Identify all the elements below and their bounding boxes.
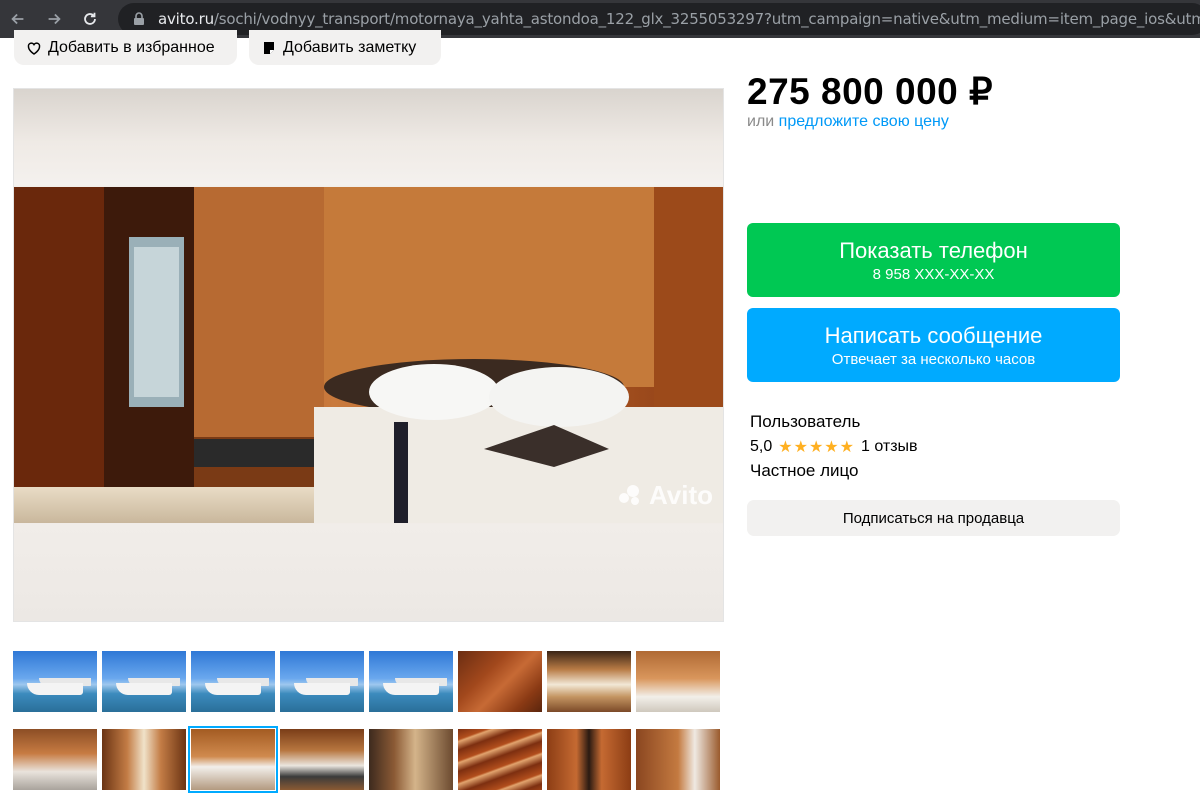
seller-rating: 5,0 ★★★★★ 1 отзыв [750, 437, 918, 457]
listing-actions: Добавить в избранное Добавить заметку [14, 30, 441, 65]
add-note-button[interactable]: Добавить заметку [249, 30, 441, 65]
avito-watermark: Avito [618, 480, 713, 511]
lock-icon [134, 12, 144, 25]
rating-value: 5,0 [750, 438, 773, 455]
show-phone-button[interactable]: Показать телефон 8 958 XXX-XX-XX [747, 223, 1120, 297]
photo-thumbnail[interactable] [369, 729, 453, 790]
write-message-button[interactable]: Написать сообщение Отвечает за несколько… [747, 308, 1120, 382]
photo-thumbnail[interactable] [280, 651, 364, 712]
seller-type: Частное лицо [750, 461, 859, 480]
offer-price-link[interactable]: предложите свою цену [779, 113, 949, 130]
photo-thumbnail[interactable] [458, 651, 542, 712]
photo-thumbnail[interactable] [369, 651, 453, 712]
response-time: Отвечает за несколько часов [831, 350, 1036, 368]
note-icon [264, 41, 274, 54]
cabin-photo [14, 187, 723, 523]
price: 275 800 000 ₽ [747, 71, 994, 112]
photo-thumbnail[interactable] [458, 729, 542, 790]
arrow-left-icon [11, 13, 24, 25]
avito-logo-icon [618, 484, 645, 507]
url-path: /sochi/vodnyy_transport/motornaya_yahta_… [213, 10, 1200, 28]
add-favorite-label: Добавить в избранное [48, 38, 215, 56]
main-photo-gallery[interactable]: Avito [13, 88, 724, 622]
reviews-link[interactable]: 1 отзыв [861, 438, 918, 456]
photo-thumbnail[interactable] [636, 729, 720, 790]
photo-thumbnail[interactable] [13, 729, 97, 790]
arrow-right-icon [48, 13, 61, 25]
photo-thumbnail[interactable] [280, 729, 364, 790]
add-note-label: Добавить заметку [283, 38, 417, 56]
subscribe-seller-button[interactable]: Подписаться на продавца [747, 500, 1120, 536]
offer-line: или предложите свою цену [747, 113, 949, 131]
photo-thumbnail[interactable] [547, 651, 631, 712]
add-favorite-button[interactable]: Добавить в избранное [14, 30, 237, 65]
seller-name[interactable]: Пользователь [750, 412, 860, 432]
reload-icon [84, 12, 96, 25]
thumbnail-strip [13, 651, 723, 793]
heart-icon [27, 41, 41, 55]
masked-phone: 8 958 XXX-XX-XX [872, 265, 995, 283]
watermark-text: Avito [648, 480, 713, 510]
photo-thumbnail[interactable] [547, 729, 631, 790]
photo-thumbnail[interactable] [191, 651, 275, 712]
rating-stars-icon: ★★★★★ [778, 439, 855, 456]
url-text: avito.ru/sochi/vodnyy_transport/motornay… [158, 10, 1200, 28]
photo-thumbnail[interactable] [636, 651, 720, 712]
photo-thumbnail[interactable] [188, 726, 278, 793]
photo-thumbnail[interactable] [102, 729, 186, 790]
write-message-label: Написать сообщение [824, 322, 1043, 348]
main-photo: Avito [14, 187, 723, 523]
photo-thumbnail[interactable] [13, 651, 97, 712]
url-host: avito.ru [158, 10, 214, 28]
offer-prefix: или [747, 113, 775, 130]
show-phone-label: Показать телефон [839, 237, 1028, 263]
photo-thumbnail[interactable] [102, 651, 186, 712]
